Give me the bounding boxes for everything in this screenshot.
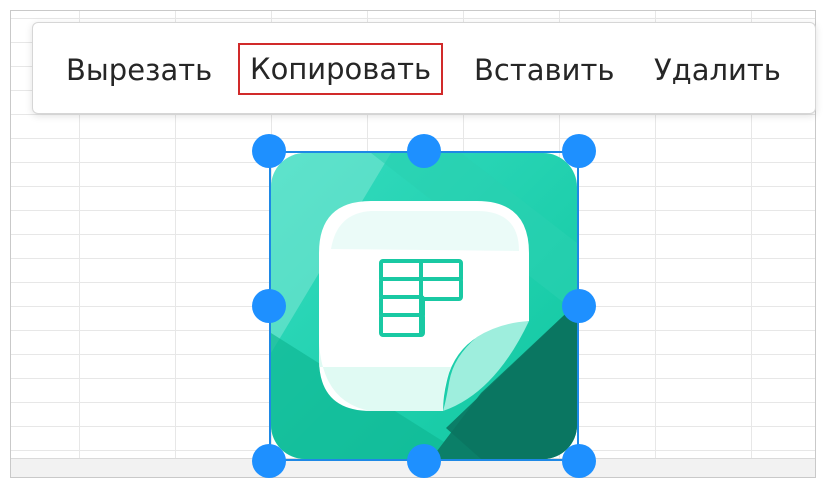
context-menu: Вырезать Копировать Вставить Удалить (32, 22, 816, 114)
resize-handle-right[interactable] (562, 289, 596, 323)
resize-handle-top[interactable] (407, 134, 441, 168)
resize-handle-bottom-left[interactable] (252, 444, 286, 478)
resize-handle-bottom[interactable] (407, 444, 441, 478)
resize-handle-top-right[interactable] (562, 134, 596, 168)
resize-handle-bottom-right[interactable] (562, 444, 596, 478)
menu-item-cut[interactable]: Вырезать (66, 47, 212, 93)
selection-frame[interactable] (269, 151, 579, 461)
menu-item-copy[interactable]: Копировать (238, 43, 444, 95)
menu-item-delete[interactable]: Удалить (654, 47, 781, 93)
menu-item-paste[interactable]: Вставить (474, 47, 614, 93)
resize-handle-top-left[interactable] (252, 134, 286, 168)
resize-handle-left[interactable] (252, 289, 286, 323)
